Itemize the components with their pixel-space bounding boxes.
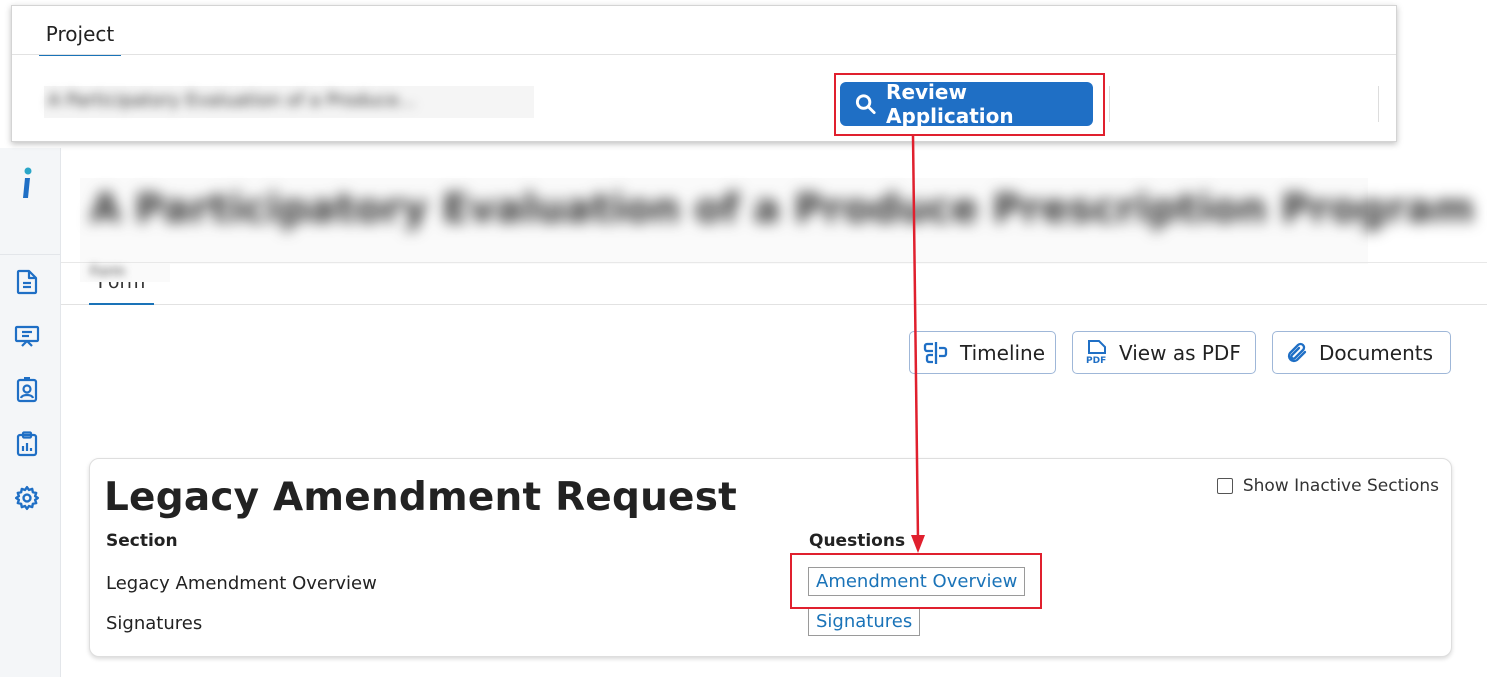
show-inactive-label: Show Inactive Sections [1242,476,1439,496]
question-link-amendment-overview[interactable]: Amendment Overview [808,567,1026,596]
document-icon [16,269,38,295]
sidebar-item-settings[interactable] [13,484,41,512]
sidebar [0,148,61,677]
page-title-redacted: A Participatory Evaluation of a Produce … [80,178,1475,264]
tab-project-label: Project [45,22,115,46]
page-subtitle: Form [90,264,126,280]
show-inactive-toggle[interactable]: Show Inactive Sections [1216,476,1439,496]
sidebar-item-contact[interactable] [13,376,41,404]
form-card: Legacy Amendment Request Show Inactive S… [89,458,1452,657]
gear-icon [14,485,40,511]
documents-label: Documents [1319,340,1434,365]
tab-divider [12,54,1396,55]
i-logo [23,167,32,198]
review-application-label: Review Application [886,80,1014,128]
sidebar-item-presentation[interactable] [13,322,41,350]
questions-header: Questions [809,531,906,551]
question-link-signatures[interactable]: Signatures [808,607,921,636]
timeline-icon [923,341,948,364]
divider [1109,86,1110,122]
divider [1378,86,1379,122]
show-inactive-checkbox[interactable] [1216,478,1233,494]
sidebar-item-document[interactable] [13,268,41,296]
page-title: A Participatory Evaluation of a Produce … [90,186,1475,232]
review-application-button[interactable]: Review Application [840,80,1093,128]
section-header: Section [106,531,178,551]
section-name: Legacy Amendment Overview [106,573,377,594]
timeline-label: Timeline [960,340,1046,365]
documents-button[interactable]: Documents [1272,331,1451,374]
view-as-pdf-label: View as PDF [1119,340,1241,365]
project-popup: Project A Participatory Evaluation of a … [11,5,1397,142]
paperclip-icon [1287,342,1307,362]
card-title: Legacy Amendment Request [104,475,737,520]
timeline-button[interactable]: Timeline [909,331,1056,374]
form-tab-bar: Form [61,262,1487,305]
sidebar-divider [0,254,60,255]
page-subtitle-redacted: Form [80,264,170,282]
clipboard-chart-icon [16,431,38,457]
project-name-redacted: A Participatory Evaluation of a Produce.… [44,86,534,118]
search-icon [855,94,876,115]
pdf-icon: PDF [1086,339,1106,366]
tab-project[interactable]: Project [39,20,121,56]
presentation-icon [14,325,40,347]
view-as-pdf-button[interactable]: PDF View as PDF [1072,331,1256,374]
sidebar-item-reports[interactable] [13,430,41,458]
contact-badge-icon [16,377,38,403]
section-name: Signatures [106,613,203,634]
project-name: A Participatory Evaluation of a Produce.… [48,90,416,111]
svg-text:PDF: PDF [1086,356,1106,366]
